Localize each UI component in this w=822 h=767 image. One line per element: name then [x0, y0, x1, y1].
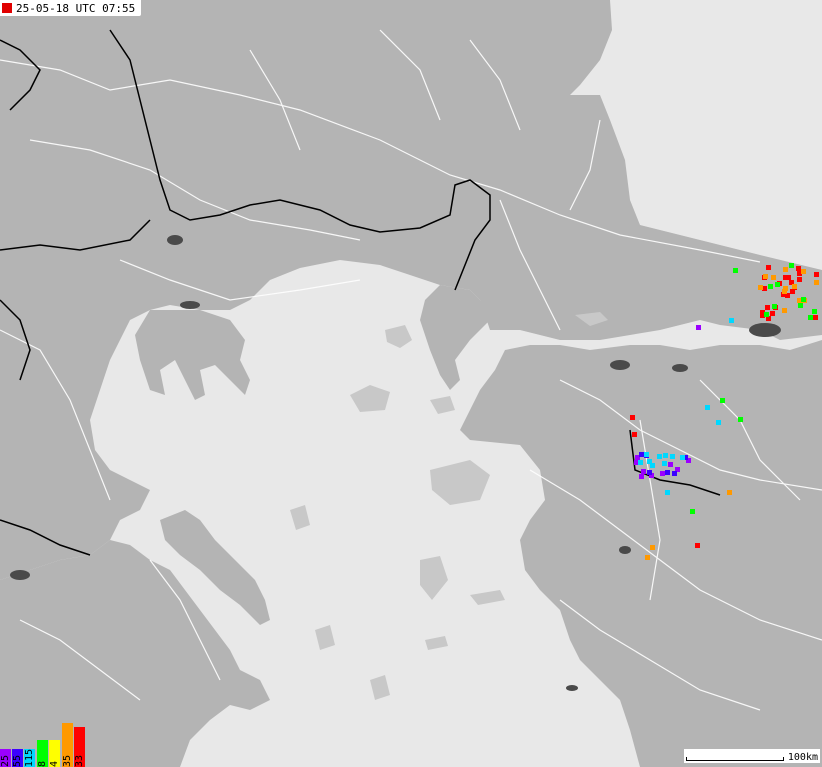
strike-marker — [808, 315, 813, 320]
lake-manyas — [610, 360, 630, 370]
strike-marker — [733, 268, 738, 273]
lake-apolyont — [672, 364, 688, 372]
strike-marker — [650, 545, 655, 550]
strike-marker — [814, 280, 819, 285]
lake-kerkini — [180, 301, 200, 309]
strike-marker — [639, 474, 644, 479]
legend-bar-6: 33 — [74, 727, 85, 767]
timestamp-badge: 25-05-18 UTC 07:55 — [0, 0, 142, 16]
strike-marker — [783, 267, 788, 272]
strike-marker — [766, 265, 771, 270]
strike-marker — [801, 297, 806, 302]
legend-bar-2: 115 — [24, 749, 35, 767]
map-canvas[interactable] — [0, 0, 822, 767]
lake-koronia — [10, 570, 30, 580]
legend-bar-3: 8 — [37, 740, 48, 767]
strike-marker — [665, 490, 670, 495]
strike-marker — [632, 432, 637, 437]
strike-marker — [690, 509, 695, 514]
strike-marker — [764, 312, 769, 317]
strike-marker — [647, 470, 652, 475]
legend-label: 35 — [62, 754, 73, 767]
strike-marker — [663, 453, 668, 458]
strike-marker — [641, 469, 646, 474]
legend-label: 115 — [24, 748, 35, 767]
strike-marker — [771, 275, 776, 280]
legend-bar-1: 55 — [12, 749, 23, 767]
strike-marker — [801, 269, 806, 274]
strike-marker — [789, 263, 794, 268]
scale-bar-line — [686, 757, 784, 761]
strike-marker — [716, 420, 721, 425]
strike-marker — [657, 454, 662, 459]
strike-marker — [660, 471, 665, 476]
lake-bafa — [566, 685, 578, 691]
scale-bar-label: 100km — [787, 752, 818, 763]
strike-marker — [796, 266, 801, 271]
strike-marker — [758, 285, 763, 290]
strike-marker — [665, 470, 670, 475]
strike-marker — [647, 459, 652, 464]
strike-marker — [729, 318, 734, 323]
strike-marker — [772, 304, 777, 309]
strike-marker — [765, 305, 770, 310]
map-svg — [0, 0, 822, 767]
scale-bar: 100km — [684, 749, 820, 763]
strike-marker — [668, 462, 673, 467]
legend-label: 8 — [37, 760, 48, 767]
strike-marker — [727, 490, 732, 495]
strike-marker — [738, 417, 743, 422]
strike-marker — [813, 315, 818, 320]
strike-marker — [770, 311, 775, 316]
strike-marker — [783, 286, 788, 291]
strike-marker — [638, 460, 643, 465]
strike-marker — [763, 274, 768, 279]
strike-marker — [798, 303, 803, 308]
strike-marker — [672, 471, 677, 476]
strike-marker — [782, 308, 787, 313]
strike-marker — [696, 325, 701, 330]
legend-bar-5: 35 — [62, 723, 73, 767]
strike-marker — [775, 282, 780, 287]
legend-label: 4 — [49, 760, 60, 767]
live-indicator-icon — [2, 3, 12, 13]
strike-marker — [644, 452, 649, 457]
strike-marker — [812, 309, 817, 314]
strike-marker — [790, 289, 795, 294]
strike-marker — [680, 455, 685, 460]
strike-marker — [784, 275, 789, 280]
strike-marker — [814, 272, 819, 277]
legend-label: 33 — [74, 754, 85, 767]
timestamp-label: 25-05-18 UTC 07:55 — [16, 1, 136, 15]
strike-marker — [705, 405, 710, 410]
strike-marker — [670, 454, 675, 459]
strike-marker — [662, 461, 667, 466]
lake-vegoritida — [167, 235, 183, 245]
legend-label: 25 — [0, 754, 11, 767]
age-legend: 25 55 115 8 4 35 33 — [0, 723, 86, 767]
strike-marker — [792, 284, 797, 289]
lake-marmara-b — [619, 546, 631, 554]
strike-marker — [630, 415, 635, 420]
legend-bar-4: 4 — [49, 740, 60, 767]
strike-marker — [639, 452, 644, 457]
strike-marker — [797, 277, 802, 282]
lake-marmara-a — [749, 323, 781, 337]
legend-label: 55 — [12, 754, 23, 767]
strike-marker — [695, 543, 700, 548]
legend-bar-0: 25 — [0, 749, 11, 767]
strike-marker — [645, 555, 650, 560]
strike-marker — [768, 284, 773, 289]
strike-marker — [720, 398, 725, 403]
